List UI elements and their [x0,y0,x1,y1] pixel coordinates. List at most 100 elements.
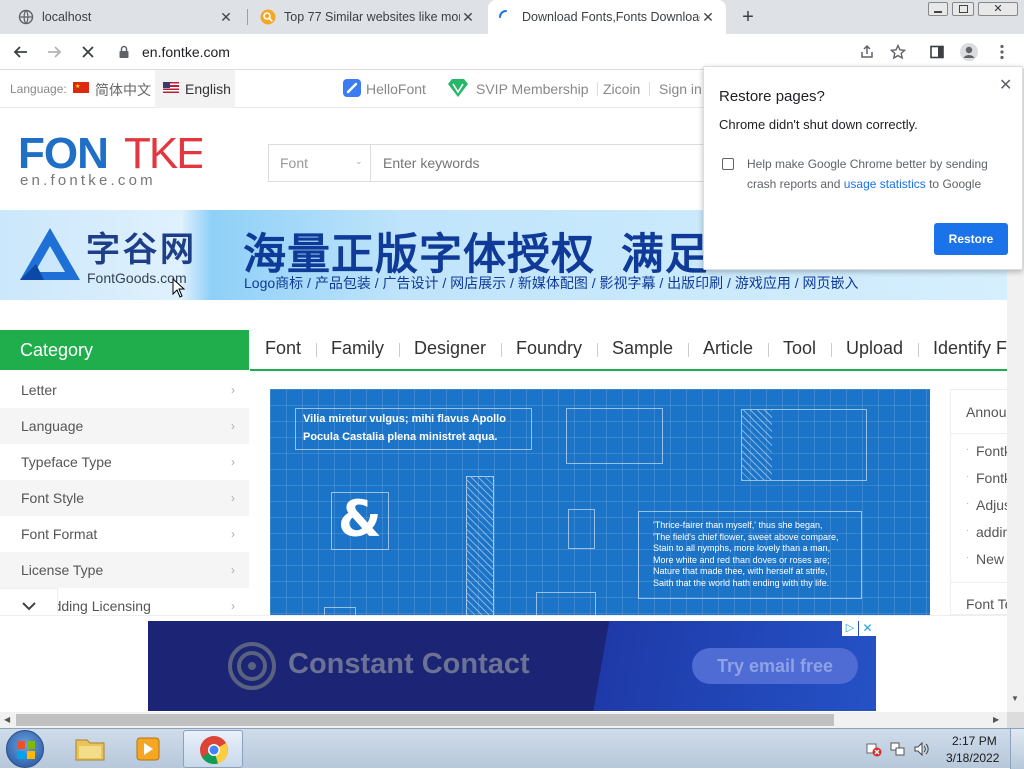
checkbox-label-line2: crash reports and usage statistics to Go… [747,177,982,191]
fontgoods-logo-icon [20,228,80,280]
close-tab-icon[interactable]: ✕ [218,9,234,25]
nav-tool[interactable]: Tool [783,338,816,359]
tab-title: Top 77 Similar websites like mon [284,10,460,24]
profile-avatar-icon[interactable] [957,40,981,64]
file-explorer-taskbar-icon[interactable] [70,732,110,766]
new-tab-button[interactable]: + [736,5,760,29]
search-box: Font ⌄ [268,144,708,182]
lang-chinese-link[interactable]: 简体中文 [95,80,151,100]
signin-link[interactable]: Sign in [659,81,702,97]
tab-strip: localhost ✕ Top 77 Similar websites like… [0,0,1024,34]
svg-text:TKE: TKE [124,130,202,178]
nav-designer[interactable]: Designer [414,338,486,359]
tab-fontke[interactable]: Download Fonts,Fonts Download ✕ [488,0,726,34]
clock-date[interactable]: 3/18/2022 [946,751,999,765]
ad-cta-button[interactable]: Try email free [692,648,858,684]
category-item-font-format[interactable]: Font Format › [0,516,249,552]
dialog-close-icon[interactable]: ✕ [999,75,1012,95]
side-panel-icon[interactable] [925,40,949,64]
nav-sample[interactable]: Sample [612,338,673,359]
forward-icon[interactable] [42,40,66,64]
back-icon[interactable] [9,40,33,64]
announcement-item[interactable]: addin [976,524,1007,540]
address-bar[interactable]: en.fontke.com [104,38,848,66]
category-item-font-style[interactable]: Font Style › [0,480,249,516]
announcement-item[interactable]: Fontk [976,470,1007,486]
announcement-title: Annou [966,404,1007,420]
windows-logo-icon [17,741,35,759]
category-item-letter[interactable]: Letter › [0,372,249,408]
nav-article[interactable]: Article [703,338,753,359]
hellofont-icon [343,79,361,97]
logo-subtitle: en.fontke.com [20,172,156,189]
hero-text-1: Vilia miretur vulgus; mihi flavus Apollo [303,413,506,425]
close-window-button[interactable]: ✕ [978,2,1018,16]
menu-kebab-icon[interactable] [990,40,1014,64]
action-center-icon[interactable] [890,741,906,757]
category-item-typeface-type[interactable]: Typeface Type › [0,444,249,480]
start-button[interactable] [6,730,44,768]
tab-localhost[interactable]: localhost ✕ [8,0,244,34]
nav-font[interactable]: Font [265,338,301,359]
china-flag-icon: ★ [73,82,89,93]
nav-identify[interactable]: Identify F [933,338,1007,359]
zicoin-link[interactable]: Zicoin [603,81,640,97]
close-tab-icon[interactable]: ✕ [460,9,476,25]
stop-loading-icon[interactable] [76,40,100,64]
chevron-down-icon: ⌄ [355,156,363,166]
us-flag-icon [163,82,179,93]
horizontal-scroll-thumb[interactable] [16,714,834,726]
announcement-item[interactable]: Adjus [976,497,1007,513]
crash-report-checkbox[interactable] [722,158,734,170]
media-player-taskbar-icon[interactable] [128,732,168,766]
lang-english-link[interactable]: English [185,81,231,97]
restore-window-button[interactable] [952,2,974,16]
tab-similar-websites[interactable]: Top 77 Similar websites like mon ✕ [250,0,486,34]
hero-slider[interactable]: Vilia miretur vulgus; mihi flavus Apollo… [270,389,930,615]
search-type-select[interactable]: Font ⌄ [269,145,371,181]
category-header: Category [0,330,249,370]
bookmark-star-icon[interactable] [886,40,910,64]
announcement-footer: Font Te [966,596,1007,612]
announcement-item[interactable]: Fontk [976,443,1007,459]
loading-spinner-icon [498,9,514,25]
hero-ampersand: & [338,490,382,548]
category-item-license-type[interactable]: License Type › [0,552,249,588]
banner-subline: Logo商标 / 产品包装 / 广告设计 / 网店展示 / 新媒体配图 / 影视… [244,275,859,291]
minimize-button[interactable] [928,2,948,16]
checkbox-label-line1: Help make Google Chrome better by sendin… [747,157,988,171]
hero-text-2: Pocula Castalia plena ministret aqua. [303,431,498,443]
restore-button[interactable]: Restore [934,223,1008,255]
category-title: Category [20,340,94,360]
hero-poem: 'Thrice-fairer than myself,' thus she be… [653,520,839,588]
horizontal-scrollbar[interactable]: ◀ ▶ [0,712,1007,728]
network-error-icon[interactable] [866,741,882,757]
clock-time[interactable]: 2:17 PM [952,734,997,748]
site-logo[interactable]: FON TKE en.fontke.com [18,130,202,192]
ad-banner[interactable]: Constant Contact Try email free ▷ ✕ [148,621,876,711]
hellofont-link[interactable]: HelloFont [366,81,426,97]
category-item-language[interactable]: Language › [0,408,249,444]
close-tab-icon[interactable]: ✕ [700,9,716,25]
share-icon[interactable] [855,40,879,64]
tab-title: Download Fonts,Fonts Download [522,10,700,24]
globe-icon [18,9,34,25]
nav-family[interactable]: Family [331,338,384,359]
adchoices-icon[interactable]: ▷ [842,621,858,636]
nav-upload[interactable]: Upload [846,338,903,359]
tab-title: localhost [42,10,92,24]
constant-contact-logo-icon [228,642,276,690]
nav-foundry[interactable]: Foundry [516,338,582,359]
dialog-title: Restore pages? [719,88,825,105]
announcement-item[interactable]: New [976,551,1004,567]
svip-diamond-icon [447,78,469,98]
ad-close-icon[interactable]: ✕ [859,621,876,636]
show-desktop-button[interactable] [1010,729,1024,769]
chrome-taskbar-button[interactable] [183,730,243,768]
usage-statistics-link[interactable]: usage statistics [844,177,926,191]
svip-link[interactable]: SVIP Membership [476,81,589,97]
url-text: en.fontke.com [142,44,230,60]
speaker-icon[interactable] [913,741,931,757]
search-input[interactable] [373,145,703,181]
windows-taskbar: 2:17 PM 3/18/2022 [0,728,1024,769]
